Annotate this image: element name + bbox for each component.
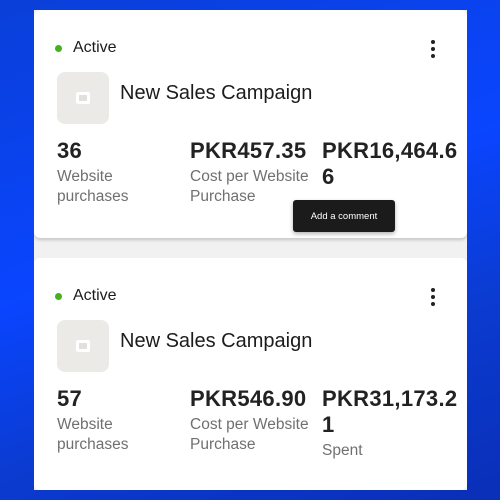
metric-value: PKR16,464.66 [322, 138, 458, 189]
campaign-list: Active New Sales Campaign 36 Website pur… [34, 10, 467, 490]
active-status-dot [55, 44, 62, 52]
campaign-card[interactable]: Active New Sales Campaign 36 Website pur… [34, 10, 467, 238]
campaign-card[interactable]: Active New Sales Campaign 57 Website pur… [34, 258, 467, 490]
campaign-thumbnail [57, 320, 109, 372]
status-row: Active [55, 286, 117, 306]
campaign-thumbnail [57, 72, 109, 124]
active-status-dot [55, 292, 62, 300]
metric-spent: PKR31,173.21 Spent [322, 386, 462, 461]
metric-spent: PKR16,464.66 [322, 138, 462, 193]
status-label: Active [73, 287, 117, 304]
metric-value: PKR546.90 [190, 386, 307, 411]
image-placeholder-icon [76, 92, 90, 104]
add-comment-tooltip[interactable]: Add a comment [293, 200, 395, 232]
metric-label: Website purchases [57, 416, 129, 453]
metric-website-purchases: 36 Website purchases [57, 138, 177, 207]
campaign-title[interactable]: New Sales Campaign [120, 82, 312, 105]
metric-value: PKR457.35 [190, 138, 307, 163]
campaign-title[interactable]: New Sales Campaign [120, 330, 312, 353]
status-label: Active [73, 39, 117, 56]
metric-cost-per-purchase: PKR546.90 Cost per Website Purchase [190, 386, 320, 455]
status-row: Active [55, 38, 117, 58]
more-options-icon[interactable] [423, 282, 443, 312]
image-placeholder-icon [76, 340, 90, 352]
metric-value: PKR31,173.21 [322, 386, 458, 437]
more-options-icon[interactable] [423, 34, 443, 64]
metric-label: Cost per Website Purchase [190, 416, 309, 453]
metric-value: 36 [57, 138, 83, 163]
metric-label: Website purchases [57, 168, 129, 205]
metric-cost-per-purchase: PKR457.35 Cost per Website Purchase [190, 138, 320, 207]
metric-website-purchases: 57 Website purchases [57, 386, 177, 455]
metric-value: 57 [57, 386, 83, 411]
metric-label: Spent [322, 442, 363, 459]
